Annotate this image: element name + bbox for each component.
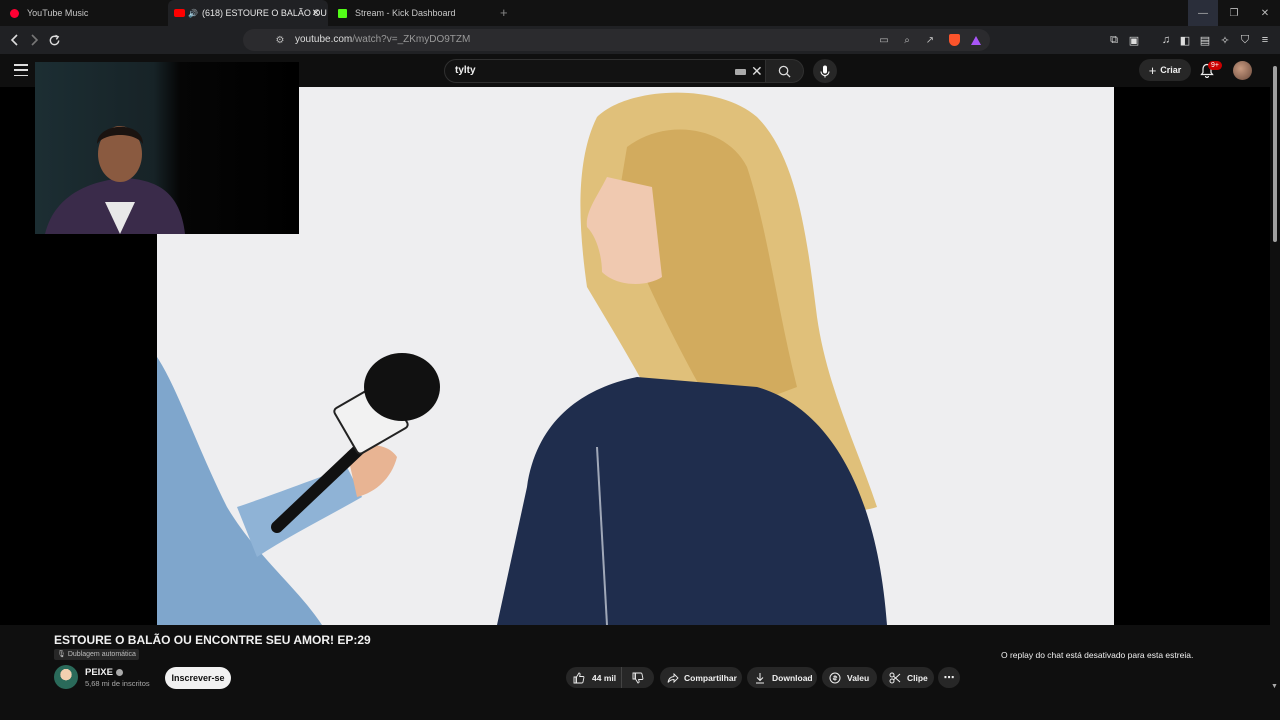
video-title: ESTOURE O BALÃO OU ENCONTRE SEU AMOR! EP… <box>54 633 371 647</box>
tab-youtube-music[interactable]: YouTube Music <box>8 0 168 26</box>
tab-youtube-video[interactable]: 🔊 (618) ESTOURE O BALÃO OU ✕ <box>168 0 328 26</box>
back-button[interactable] <box>6 31 24 49</box>
cast-icon[interactable]: ▭ <box>877 33 891 47</box>
channel-name[interactable]: PEIXE <box>85 667 123 678</box>
chat-replay-disabled-message: O replay do chat está desativado para es… <box>1001 650 1194 660</box>
webcam-scene <box>45 126 185 234</box>
create-button[interactable]: + Criar <box>1139 59 1191 81</box>
microphone-icon <box>820 65 830 77</box>
clear-search-icon[interactable]: ✕ <box>751 63 763 80</box>
verified-icon <box>116 668 123 676</box>
screenshot-icon[interactable]: ▣ <box>1126 32 1142 48</box>
site-settings-icon[interactable]: ⚙ <box>273 33 287 47</box>
search-input[interactable]: tylty ✕ <box>444 59 766 83</box>
video-frame[interactable] <box>157 87 1114 625</box>
tab-label: (618) ESTOURE O BALÃO OU <box>201 8 327 18</box>
more-actions-button[interactable]: ⋯ <box>938 667 960 688</box>
extensions-icon[interactable]: ⧉ <box>1106 32 1122 48</box>
more-horizontal-icon: ⋯ <box>943 672 955 684</box>
scissors-icon <box>889 672 901 683</box>
menu-icon[interactable]: ≡ <box>1257 32 1273 48</box>
leo-ai-icon[interactable]: ✧ <box>1217 32 1233 48</box>
download-icon <box>756 672 764 683</box>
new-tab-button[interactable]: + <box>500 5 508 20</box>
chevron-left-icon <box>10 34 18 46</box>
subscribe-button[interactable]: Inscrever-se <box>165 667 231 689</box>
youtube-icon <box>174 9 185 17</box>
close-tab-icon[interactable]: ✕ <box>312 8 320 19</box>
scrollbar-thumb[interactable] <box>1273 66 1277 242</box>
dislike-button[interactable] <box>622 667 654 688</box>
youtube-music-icon <box>10 8 19 18</box>
thanks-button[interactable]: Valeu <box>822 667 877 688</box>
plus-icon: + <box>1148 62 1157 78</box>
account-avatar[interactable] <box>1233 61 1252 80</box>
notification-count-badge: 9+ <box>1208 61 1222 70</box>
subscriber-count: 5,68 mi de inscritos <box>85 679 150 688</box>
guide-menu-icon[interactable] <box>14 64 28 76</box>
brave-shield-icon[interactable] <box>947 33 961 47</box>
zoom-icon[interactable]: ⌕ <box>900 33 914 47</box>
download-button[interactable]: Download <box>747 667 817 688</box>
music-icon[interactable]: ♫ <box>1158 32 1174 48</box>
reload-button[interactable] <box>45 31 63 49</box>
wallet-icon[interactable]: ▤ <box>1197 32 1213 48</box>
share-icon[interactable]: ↗ <box>923 33 937 47</box>
dubbing-icon: 🎙 <box>57 651 66 658</box>
like-button[interactable]: 44 mil <box>566 667 622 688</box>
like-dislike-group: 44 mil <box>566 667 654 688</box>
channel-avatar[interactable] <box>54 665 78 689</box>
brave-rewards-icon[interactable] <box>969 33 983 47</box>
browser-toolbar: ⚙ youtube.com/watch?v=_ZKmyDO9TZM ▭ ⌕ ↗ … <box>0 26 1280 54</box>
webcam-overlay <box>35 62 299 234</box>
tab-label: YouTube Music <box>27 8 89 18</box>
voice-search-button[interactable] <box>813 59 837 83</box>
search-button[interactable] <box>766 59 804 83</box>
tab-kick-dashboard[interactable]: Stream - Kick Dashboard <box>330 0 500 26</box>
scroll-down-arrow-icon[interactable]: ▼ <box>1271 683 1278 690</box>
chevron-right-icon <box>31 34 39 46</box>
sidebar-icon[interactable]: ◧ <box>1177 32 1193 48</box>
kick-icon <box>338 8 347 18</box>
clip-button[interactable]: Clipe <box>882 667 934 688</box>
browser-tab-strip: YouTube Music 🔊 (618) ESTOURE O BALÃO OU… <box>0 0 1280 26</box>
share-button[interactable]: Compartilhar <box>660 667 742 688</box>
vpn-icon[interactable]: ⛉ <box>1237 32 1253 48</box>
speaker-icon[interactable]: 🔊 <box>188 9 198 18</box>
thumbs-up-icon <box>573 672 585 683</box>
keyboard-icon[interactable] <box>735 69 746 75</box>
video-scene <box>157 92 887 625</box>
close-window-button[interactable]: ✕ <box>1250 0 1280 26</box>
search-query: tylty <box>455 65 476 76</box>
restore-button[interactable]: ❐ <box>1219 0 1249 26</box>
dubbing-badge: 🎙 Dublagem automática <box>54 649 139 660</box>
share-arrow-icon <box>667 672 679 683</box>
address-bar[interactable]: ⚙ youtube.com/watch?v=_ZKmyDO9TZM ▭ ⌕ ↗ <box>243 29 990 51</box>
url-text: youtube.com/watch?v=_ZKmyDO9TZM <box>295 34 471 45</box>
minimize-button[interactable]: — <box>1188 0 1218 26</box>
thumbs-down-icon <box>632 672 644 683</box>
tab-label: Stream - Kick Dashboard <box>355 8 456 18</box>
forward-button[interactable] <box>25 31 43 49</box>
search-icon <box>778 65 791 78</box>
super-thanks-icon <box>829 672 841 683</box>
reload-icon <box>49 34 59 45</box>
